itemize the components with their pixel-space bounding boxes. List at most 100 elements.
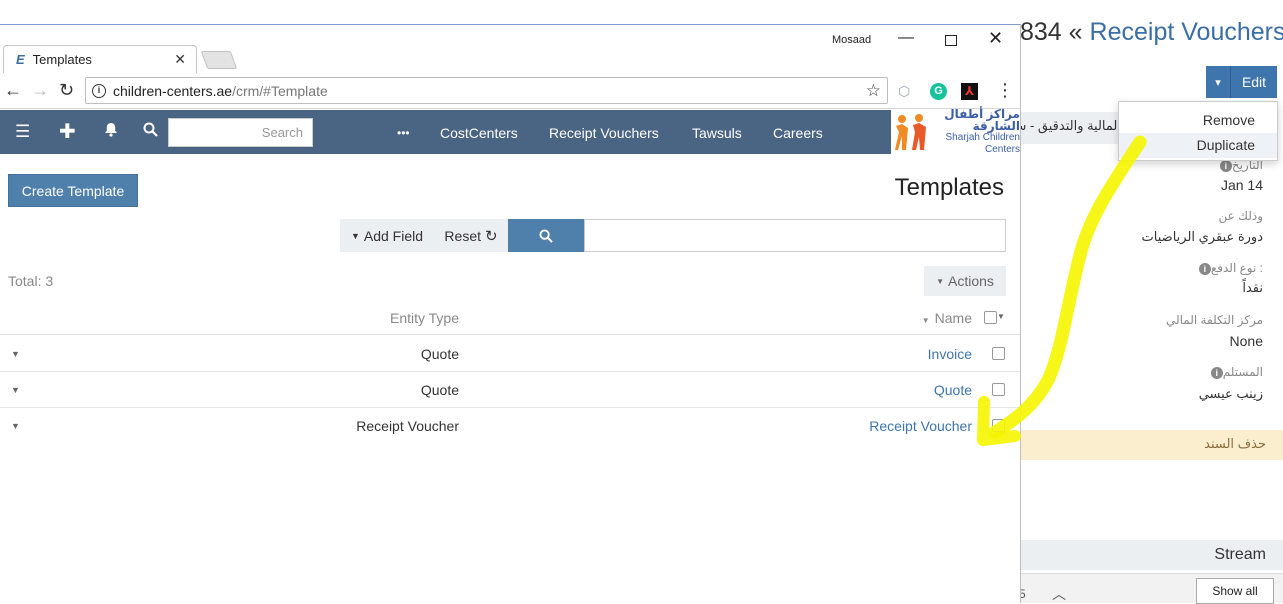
address-toolbar: ← → ↻ i children-centers.ae/crm/#Templat… [0,75,1020,109]
search-icon[interactable] [143,122,158,142]
actions-button[interactable]: ▼ Actions [924,266,1006,296]
caret-down-icon: ▼ [350,230,360,241]
row-actions-caret-icon[interactable]: ▼ [11,421,20,431]
menu-dots-icon[interactable]: ⋮ [996,80,1014,101]
row-checkbox[interactable] [992,383,1005,396]
row-name-link[interactable]: Receipt Voucher [869,418,972,434]
search-icon [539,228,553,243]
table-header: Entity Type ▼ Name ▼ [0,301,1020,335]
total-count: Total: 3 [8,273,54,289]
show-all-button[interactable]: Show all [1196,578,1274,604]
info-icon: i [1198,262,1211,275]
remove-menu-item[interactable]: Remove [1119,108,1277,133]
address-bar[interactable]: i children-centers.ae/crm/#Template ☆ [85,77,888,104]
list-search-bar: ▼ Add Field Reset ↻ [340,219,1006,252]
row-checkbox[interactable] [992,347,1005,360]
caret-down-icon: ▾ [1215,76,1221,89]
minimize-icon[interactable]: — [898,29,914,47]
star-icon[interactable]: ☆ [866,81,881,101]
close-tab-icon[interactable]: ✕ [174,51,186,68]
tab-templates[interactable]: E Templates ✕ [3,45,197,73]
site-info-icon[interactable]: i [92,83,106,98]
global-search-input[interactable]: Search [168,118,313,147]
profile-name[interactable]: Mosaad [832,34,871,46]
reset-button[interactable]: Reset ↻ [434,219,508,252]
page-title: Templates [894,174,1004,201]
maximize-icon[interactable] [945,35,957,46]
create-template-button[interactable]: Create Template [8,174,138,207]
edit-button-group: ▾ Edit [1206,66,1277,98]
app-navbar: ☰ ✚ Search ••• CostCenters Receipt Vouch… [0,107,1020,155]
new-tab-button[interactable] [200,51,238,69]
edit-dropdown-toggle[interactable]: ▾ [1206,66,1231,98]
regarding-label: وذلك عن [1218,209,1263,223]
espo-favicon-icon: E [16,52,25,67]
edit-button[interactable]: Edit [1231,66,1277,98]
table-row[interactable]: ▼ Receipt Voucher Receipt Voucher [0,408,1020,444]
url-host: children-centers.ae [113,82,233,99]
logo-text: مراكز أطفال الشارقة Sharjah Children Cen… [944,107,1020,155]
tab-title: Templates [32,52,92,67]
nav-link-careers[interactable]: Careers [773,125,823,141]
list-search-input[interactable] [584,219,1006,252]
company-logo[interactable]: مراكز أطفال الشارقة Sharjah Children Cen… [891,107,1020,155]
url-path: /crm/#Template [232,82,328,99]
row-entity-type: Receipt Voucher [356,418,459,434]
recipient-value: زينب عيسي [1198,386,1263,401]
nav-link-receipt-vouchers[interactable]: Receipt Vouchers [549,125,659,141]
regarding-value: دورة عبقري الرياضيات [1141,229,1263,244]
select-all-checkbox[interactable] [984,311,997,324]
browser-window: E Templates ✕ Mosaad — ✕ ← → ↻ i childre… [0,24,1021,603]
column-header-entity-type[interactable]: Entity Type [390,310,459,326]
delete-voucher-link[interactable]: حذف السند [1204,436,1266,452]
hamburger-menu-icon[interactable]: ☰ [15,122,30,142]
close-window-icon[interactable]: ✕ [988,28,1003,49]
back-arrow-icon[interactable]: ← [4,80,22,101]
title-separator: « [1068,18,1083,46]
chevron-up-icon[interactable]: ︿ [1052,584,1066,604]
more-menu-icon[interactable]: ••• [397,126,410,140]
reload-icon[interactable]: ↻ [59,80,74,101]
record-number: 834 [1020,18,1062,46]
table-row[interactable]: ▼ Quote Invoice [0,336,1020,372]
edit-dropdown-menu: Remove Duplicate [1118,101,1278,161]
grammarly-extension-icon[interactable]: G [930,83,947,100]
column-header-name[interactable]: ▼ Name [922,310,972,326]
reset-icon: ↻ [485,227,498,245]
row-entity-type: Quote [420,346,459,362]
row-name-link[interactable]: Quote [934,382,972,398]
info-icon: i [1219,159,1232,172]
cost-center-label: مركز التكلفة المالي [1165,313,1263,327]
row-checkbox[interactable] [992,419,1005,432]
breadcrumb-receipt-vouchers[interactable]: Receipt Vouchers [1090,18,1283,46]
stream-heading: Stream [1214,546,1266,563]
bell-icon[interactable] [104,122,118,142]
duplicate-menu-item[interactable]: Duplicate [1119,133,1277,158]
row-entity-type: Quote [420,382,459,398]
date-value: Jan 14 [1220,177,1263,193]
forward-arrow-icon[interactable]: → [31,80,49,101]
info-icon: i [1210,366,1223,379]
payment-type-label: i نوع الدفع : [1195,261,1263,275]
row-actions-caret-icon[interactable]: ▼ [11,349,20,359]
add-field-button[interactable]: ▼ Add Field [340,219,434,252]
browser-tab-strip: E Templates ✕ Mosaad — ✕ [0,25,1020,75]
table-row[interactable]: ▼ Quote Quote [0,372,1020,408]
row-actions-caret-icon[interactable]: ▼ [11,385,20,395]
caret-down-icon: ▼ [936,276,944,286]
nav-link-costcenters[interactable]: CostCenters [440,125,518,141]
record-title: 834 « Receipt Vouchers [1020,18,1283,47]
cost-center-value: None [1229,333,1263,349]
recipient-label: i المستلم [1207,365,1263,379]
select-all-caret-icon[interactable]: ▼ [997,312,1005,321]
plus-icon[interactable]: ✚ [59,119,76,144]
pdf-extension-icon[interactable]: ⅄ [961,83,978,100]
sort-caret-icon: ▼ [921,316,930,325]
logo-figures-icon [893,112,929,152]
payment-type-value: نقداً [1242,280,1263,295]
dropbox-extension-icon[interactable]: ⬡ [898,83,910,100]
nav-link-tawsuls[interactable]: Tawsuls [692,125,742,141]
search-submit-button[interactable] [508,219,584,252]
section-header-text: المالية والتدقيق - سـ [1021,118,1121,133]
row-name-link[interactable]: Invoice [928,346,972,362]
